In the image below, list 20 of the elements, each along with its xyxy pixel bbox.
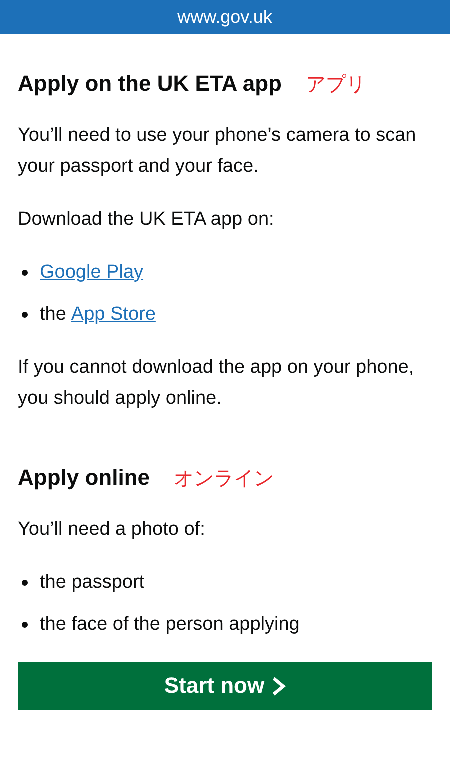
bullet-icon xyxy=(22,580,28,586)
paragraph: Download the UK ETA app on: xyxy=(18,208,276,232)
bullet-icon xyxy=(22,270,28,276)
section-heading: Apply on the UK ETA app xyxy=(18,70,282,98)
paragraph: You’ll need a photo of: xyxy=(18,518,206,542)
bullet-icon xyxy=(22,622,28,628)
link[interactable]: App Store xyxy=(71,299,156,330)
paragraph: If you cannot download the app on your phone, you should apply online. xyxy=(18,356,416,411)
list-item-text: the face of the person applying xyxy=(40,613,300,637)
annotation-text: アプリ xyxy=(306,70,366,98)
paragraph: You’ll need to use your phone’s camera to scan your passport and your face. xyxy=(18,124,418,179)
list-item-text: the xyxy=(40,303,66,327)
list-item-text: the passport xyxy=(40,571,145,595)
annotation-text: オンライン xyxy=(174,464,274,492)
chevron-right-icon xyxy=(272,676,286,696)
bullet-icon xyxy=(22,312,28,318)
link[interactable]: Google Play xyxy=(40,257,144,288)
section-heading: Apply online xyxy=(18,464,150,492)
url-text: www.gov.uk xyxy=(178,6,272,28)
start-button[interactable]: Start now xyxy=(18,662,432,710)
